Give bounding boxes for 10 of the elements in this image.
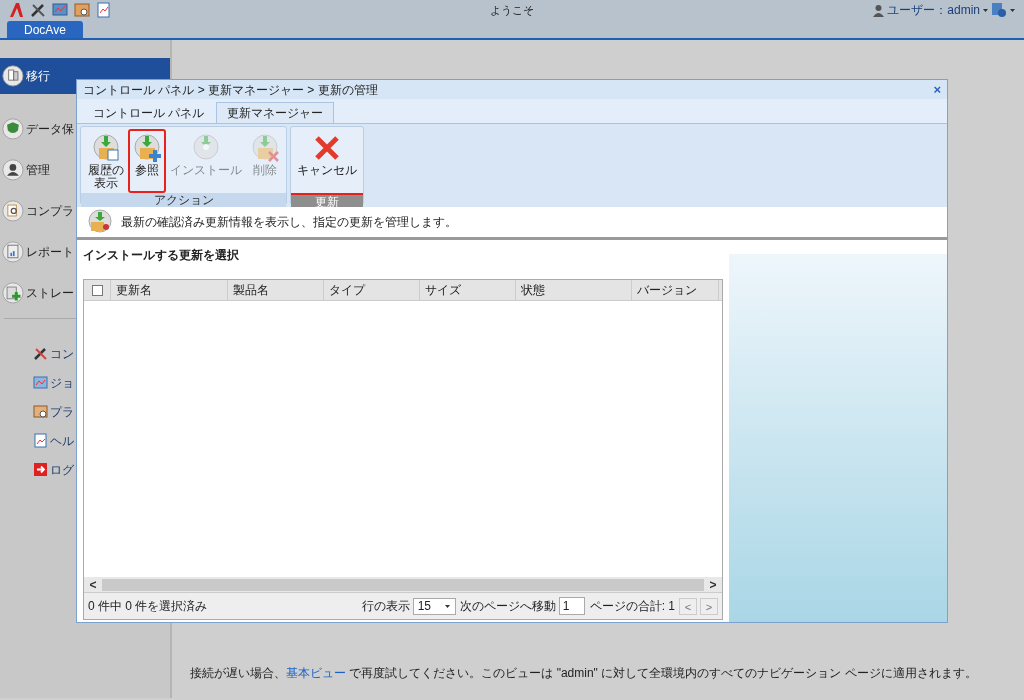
description-text: 最新の確認済み更新情報を表示し、指定の更新を管理します。 — [121, 214, 457, 231]
rows-label: 行の表示 — [361, 598, 410, 615]
ribbon-group-label: 更新 — [291, 193, 363, 207]
selection-count: 0 件中 0 件を選択済み — [88, 598, 208, 615]
section-title: インストールする更新を選択 — [83, 247, 240, 264]
connection-note: 接続が遅い場合、基本ビュー で再度試してください。このビューは "admin" に対して全環境内のすべてのナビゲーション ページに適用されます。 — [190, 665, 978, 682]
page-total: ページの合計: 1 — [589, 598, 675, 615]
welcome-title: ようこそ — [490, 2, 534, 18]
ribbon-group-label: アクション — [81, 193, 286, 207]
goto-label: 次のページへ移動 — [459, 598, 556, 615]
